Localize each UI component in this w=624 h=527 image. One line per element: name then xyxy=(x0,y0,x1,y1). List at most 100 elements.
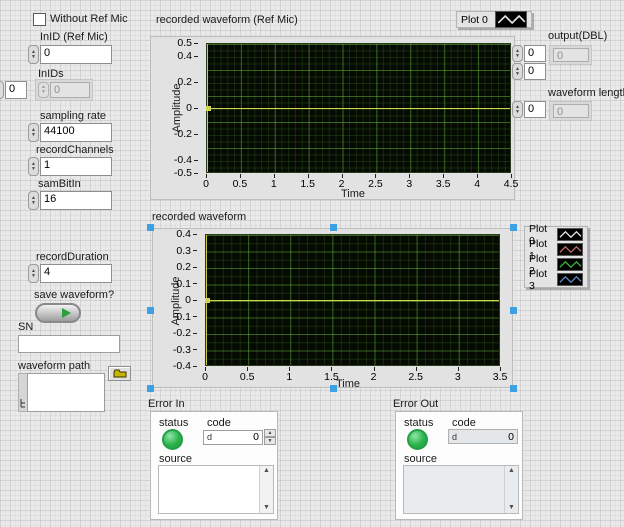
path-glyph-icon xyxy=(20,399,27,408)
increment-decrement-icon[interactable]: ▲▼ xyxy=(28,157,39,176)
graph1-ytick-label: -0.2 xyxy=(164,128,198,141)
output-dbl-element-field: 0 xyxy=(553,48,589,62)
increment-decrement-icon[interactable]: ▲▼ xyxy=(28,123,39,142)
sn-label: SN xyxy=(18,321,33,333)
waveform-length-label: waveform length xyxy=(548,87,624,99)
graph2-ytick-label: 0 xyxy=(163,294,197,307)
error-in-source-field[interactable]: ▲ ▼ xyxy=(158,465,274,514)
error-out-title: Error Out xyxy=(393,398,438,410)
waveform-length-index-field[interactable]: 0 xyxy=(524,101,546,118)
graph1-plot-area[interactable] xyxy=(206,43,511,173)
sam-bit-in-field[interactable]: 16 xyxy=(40,191,112,210)
inid-ref-mic-control: ▲▼ 0 xyxy=(28,45,112,64)
error-in-code-value: 0 xyxy=(212,431,259,443)
graph1-xtick-label: 3 xyxy=(392,178,426,191)
record-duration-field[interactable]: 4 xyxy=(40,264,112,283)
inids-element-field[interactable]: 0 xyxy=(50,82,90,98)
save-waveform-button[interactable] xyxy=(35,303,81,323)
without-ref-mic-checkbox[interactable] xyxy=(33,13,46,26)
increment-decrement-icon[interactable]: ▲▼ xyxy=(512,101,523,118)
selection-handle[interactable] xyxy=(330,224,337,231)
sam-bit-in-label: samBitIn xyxy=(38,178,81,190)
graph2-ytick-label: -0.1 xyxy=(163,311,197,324)
graph2-xtick-label: 0.5 xyxy=(230,371,264,384)
record-duration-label: recordDuration xyxy=(36,251,109,263)
graph1-ytick-label: 0.4 xyxy=(164,50,198,63)
graph2-xtick-label: 3 xyxy=(441,371,475,384)
scroll-down-icon[interactable]: ▼ xyxy=(263,503,270,513)
browse-button[interactable] xyxy=(108,366,131,381)
increment-decrement-icon[interactable]: ▲▼ xyxy=(512,63,523,80)
down-arrow-icon[interactable]: ▼ xyxy=(264,437,276,445)
inids-index-field[interactable]: 0 xyxy=(5,81,27,99)
output-dbl-index-row-field[interactable]: 0 xyxy=(524,45,546,62)
graph1-trace-origin-marker xyxy=(206,106,211,111)
scroll-up-icon[interactable]: ▲ xyxy=(508,466,515,476)
error-out-code-field: d 0 xyxy=(448,429,518,444)
graph1-xtick-label: 4 xyxy=(460,178,494,191)
graph2-xtick-label: 2.5 xyxy=(399,371,433,384)
graph1-xtick-label: 0.5 xyxy=(223,178,257,191)
waveform-path-input[interactable] xyxy=(27,373,105,412)
graph2-ytick-label: 0.2 xyxy=(163,261,197,274)
graph2-xtick-label: 1 xyxy=(272,371,306,384)
graph2-xtick-label: 0 xyxy=(188,371,222,384)
increment-decrement-icon[interactable]: ▲▼ xyxy=(28,264,39,283)
error-in-title: Error In xyxy=(148,398,185,410)
increment-decrement-icon[interactable]: ▲▼ xyxy=(512,45,523,62)
graph2-ytick-label: 0.3 xyxy=(163,245,197,258)
scrollbar[interactable]: ▲ ▼ xyxy=(259,466,273,513)
graph1-xtick-label: 4.5 xyxy=(494,178,528,191)
record-channels-control: ▲▼ 1 xyxy=(28,157,112,176)
graph2-ytick-label: 0.1 xyxy=(163,278,197,291)
selection-handle[interactable] xyxy=(147,224,154,231)
record-channels-field[interactable]: 1 xyxy=(40,157,112,176)
error-in-code-field[interactable]: d 0 xyxy=(203,430,263,445)
selection-handle[interactable] xyxy=(147,307,154,314)
inids-element-control: ▲▼ 0 xyxy=(38,82,90,98)
graph1-ytick-label: -0.4 xyxy=(164,154,198,167)
selection-handle[interactable] xyxy=(510,224,517,231)
path-type-strip xyxy=(18,373,27,412)
error-out-status-label: status xyxy=(404,417,433,429)
increment-decrement-icon[interactable]: ▲▼ xyxy=(38,82,49,98)
graph2-title: recorded waveform xyxy=(152,211,246,223)
graph1[interactable]: Amplitude Time 0.50.40.20-0.2-0.4-0.500.… xyxy=(150,36,515,200)
selection-handle[interactable] xyxy=(147,385,154,392)
graph1-xtick-label: 2 xyxy=(325,178,359,191)
error-in-status-led[interactable] xyxy=(162,429,183,450)
inids-index-control: ▲▼ 0 xyxy=(0,81,27,99)
waveform-length-element-container: 0 xyxy=(549,101,592,121)
graph1-xtick-label: 3.5 xyxy=(426,178,460,191)
graph1-ytick-label: 0.5 xyxy=(164,37,198,50)
record-channels-label: recordChannels xyxy=(36,144,114,156)
selection-handle[interactable] xyxy=(510,385,517,392)
selection-handle[interactable] xyxy=(510,307,517,314)
legend-plot-label: Plot 3 xyxy=(529,268,557,292)
graph1-ytick-label: 0 xyxy=(164,102,198,115)
graph1-legend[interactable]: Plot 0 xyxy=(456,11,532,28)
waveform-length-element-field: 0 xyxy=(553,104,589,118)
error-in-code-spinner[interactable]: ▲ ▼ xyxy=(264,429,276,445)
increment-decrement-icon[interactable]: ▲▼ xyxy=(0,81,4,99)
scroll-up-icon[interactable]: ▲ xyxy=(263,466,270,476)
graph2-plot-area[interactable] xyxy=(205,234,500,366)
sampling-rate-field[interactable]: 44100 xyxy=(40,123,112,142)
graph2-xtick-label: 2 xyxy=(357,371,391,384)
scrollbar[interactable]: ▲ ▼ xyxy=(504,466,518,513)
folder-icon xyxy=(113,369,127,378)
legend-row[interactable]: Plot 0 xyxy=(457,12,531,27)
graph2-legend[interactable]: Plot 0Plot 1Plot 2Plot 3 xyxy=(524,226,588,288)
legend-row[interactable]: Plot 3 xyxy=(525,272,587,287)
inid-ref-mic-field[interactable]: 0 xyxy=(40,45,112,64)
output-dbl-index-col-field[interactable]: 0 xyxy=(524,63,546,80)
graph2[interactable]: Amplitude Time 0.40.30.20.10-0.1-0.2-0.3… xyxy=(152,228,513,388)
selection-handle[interactable] xyxy=(330,385,337,392)
scroll-down-icon[interactable]: ▼ xyxy=(508,503,515,513)
increment-decrement-icon[interactable]: ▲▼ xyxy=(28,45,39,64)
error-in-status-label: status xyxy=(159,417,188,429)
sn-input[interactable] xyxy=(18,335,120,353)
increment-decrement-icon[interactable]: ▲▼ xyxy=(28,191,39,210)
up-arrow-icon[interactable]: ▲ xyxy=(264,429,276,437)
graph2-plot0-trace xyxy=(206,300,499,301)
